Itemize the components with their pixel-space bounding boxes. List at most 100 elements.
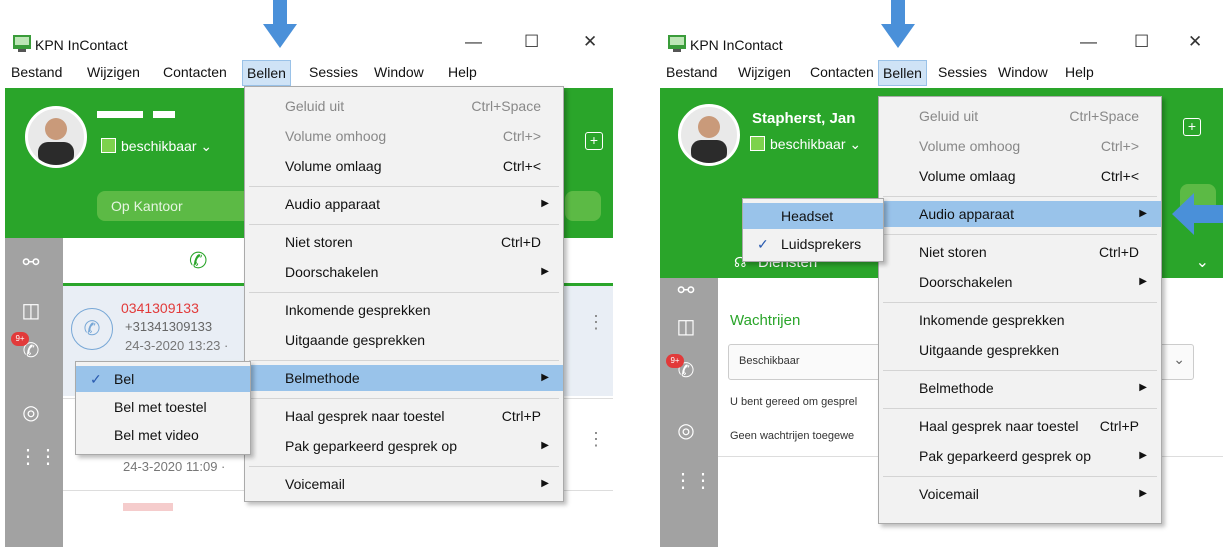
bellen-dropdown: Geluid uit Ctrl+Space Volume omhoog Ctrl+> V…	[878, 96, 1162, 524]
call-time-2: 24-3-2020 11:09 ·	[123, 459, 226, 474]
menu-item-voicemail[interactable]: Voicemail ▶	[879, 481, 1161, 507]
maximize-button[interactable]: ☐	[524, 32, 539, 52]
submenu-item-label: Bel met video	[114, 427, 199, 443]
phone-tab-icon[interactable]: ✆	[189, 248, 207, 274]
menu-item-belmethode[interactable]: Belmethode ▶	[879, 375, 1161, 401]
menu-item-uitgaande-gesprekken[interactable]: Uitgaande gesprekken	[879, 337, 1161, 363]
menu-item-shortcut: Ctrl+D	[500, 234, 541, 250]
menu-item-audio-apparaat[interactable]: Audio apparaat ▶	[879, 201, 1161, 227]
arrow-left-icon	[1172, 193, 1223, 235]
redacted-contact	[123, 503, 173, 511]
submenu-arrow-icon: ▶	[541, 372, 549, 383]
submenu-item-bel-met-toestel[interactable]: Bel met toestel	[76, 394, 250, 420]
menu-item-volume-omlaag[interactable]: Volume omlaag Ctrl+<	[879, 163, 1161, 189]
menu-item-label: Uitgaande gesprekken	[919, 342, 1060, 358]
globe-icon[interactable]: ◎	[18, 400, 44, 426]
maximize-button[interactable]: ☐	[1134, 32, 1149, 52]
menu-item-label: Volume omlaag	[285, 158, 382, 174]
kpn-app-icon	[668, 35, 686, 52]
menu-item-volume-omhoog[interactable]: Volume omhoog Ctrl+>	[245, 123, 563, 149]
close-button[interactable]: ✕	[1188, 32, 1202, 52]
menu-window[interactable]: Window	[998, 64, 1048, 80]
submenu-item-luidsprekers[interactable]: ✓ Luidsprekers	[743, 231, 883, 257]
menu-contacten[interactable]: Contacten	[810, 64, 874, 80]
menu-item-shortcut: Ctrl+Space	[471, 98, 541, 114]
queues-title: Wachtrijen	[730, 312, 801, 329]
menu-item-pak-geparkeerd-gesprek-op[interactable]: Pak geparkeerd gesprek op ▶	[245, 433, 563, 459]
submenu-item-bel[interactable]: ✓ Bel	[76, 366, 250, 392]
menu-item-voicemail[interactable]: Voicemail ▶	[245, 471, 563, 497]
location-field[interactable]: Op Kantoor	[97, 191, 261, 221]
chat-icon[interactable]: ◫	[673, 314, 699, 340]
menu-wijzigen[interactable]: Wijzigen	[87, 64, 140, 80]
menu-help[interactable]: Help	[1065, 64, 1094, 80]
menu-wijzigen[interactable]: Wijzigen	[738, 64, 791, 80]
menu-bestand[interactable]: Bestand	[11, 64, 62, 80]
submenu-item-headset[interactable]: Headset	[743, 203, 883, 229]
submenu-arrow-icon: ▶	[1139, 276, 1147, 287]
globe-icon[interactable]: ◎	[673, 418, 699, 444]
menu-item-haal-gesprek-naar-toestel[interactable]: Haal gesprek naar toestel Ctrl+P	[879, 413, 1161, 439]
menu-item-niet-storen[interactable]: Niet storen Ctrl+D	[879, 239, 1161, 265]
menu-bellen[interactable]: Bellen	[242, 60, 291, 86]
more-options-icon[interactable]: ⋮	[587, 312, 605, 333]
minimize-button[interactable]: —	[465, 32, 482, 52]
left-titlebar: KPN InContact — ☐ ✕	[5, 28, 613, 60]
menu-item-doorschakelen[interactable]: Doorschakelen ▶	[245, 259, 563, 285]
menu-item-label: Audio apparaat	[285, 196, 380, 212]
menu-separator	[883, 370, 1157, 371]
menu-item-inkomende-gesprekken[interactable]: Inkomende gesprekken	[245, 297, 563, 323]
arrow-down-icon	[881, 0, 915, 48]
badge-9plus: 9+	[666, 354, 684, 368]
menu-item-niet-storen[interactable]: Niet storen Ctrl+D	[245, 229, 563, 255]
menu-item-pak-geparkeerd-gesprek-op[interactable]: Pak geparkeerd gesprek op ▶	[879, 443, 1161, 469]
avatar[interactable]	[678, 104, 740, 166]
menu-bestand[interactable]: Bestand	[666, 64, 717, 80]
dialpad-icon[interactable]: ⋮⋮⋮	[18, 444, 78, 470]
submenu-item-label: Bel met toestel	[114, 399, 207, 415]
menu-item-label: Voicemail	[919, 486, 979, 502]
menu-item-geluid-uit[interactable]: Geluid uit Ctrl+Space	[879, 103, 1161, 129]
menu-item-audio-apparaat[interactable]: Audio apparaat ▶	[245, 191, 563, 217]
menu-item-label: Doorschakelen	[285, 264, 379, 280]
menu-contacten[interactable]: Contacten	[163, 64, 227, 80]
menu-separator	[249, 398, 559, 399]
menu-item-uitgaande-gesprekken[interactable]: Uitgaande gesprekken	[245, 327, 563, 353]
menu-item-belmethode[interactable]: Belmethode ▶	[245, 365, 563, 391]
queue-status-value: Beschikbaar	[739, 355, 800, 367]
submenu-arrow-icon: ▶	[1139, 208, 1147, 219]
chevron-down-icon[interactable]: ⌄	[1196, 252, 1209, 272]
chat-icon[interactable]: ◫	[18, 298, 44, 324]
location-label: Op Kantoor	[111, 198, 183, 214]
menu-item-doorschakelen[interactable]: Doorschakelen ▶	[879, 269, 1161, 295]
menu-help[interactable]: Help	[448, 64, 477, 80]
submenu-item-label: Headset	[781, 208, 834, 224]
ready-text: U bent gereed om gesprel	[730, 396, 858, 408]
menu-item-geluid-uit[interactable]: Geluid uit Ctrl+Space	[245, 93, 563, 119]
menu-item-volume-omlaag[interactable]: Volume omlaag Ctrl+<	[245, 153, 563, 179]
submenu-arrow-icon: ▶	[1139, 488, 1147, 499]
menu-item-inkomende-gesprekken[interactable]: Inkomende gesprekken	[879, 307, 1161, 333]
submenu-item-label: Bel	[114, 371, 135, 387]
add-icon[interactable]: +	[585, 132, 603, 150]
menu-sessies[interactable]: Sessies	[309, 64, 358, 80]
menu-item-volume-omhoog[interactable]: Volume omhoog Ctrl+>	[879, 133, 1161, 159]
dialpad-icon[interactable]: ⋮⋮⋮	[673, 468, 733, 494]
presence-status[interactable]: beschikbaar ⌄	[101, 138, 212, 155]
contacts-icon[interactable]: ⚯	[673, 278, 699, 304]
submenu-item-bel-met-video[interactable]: Bel met video	[76, 422, 250, 448]
presence-status[interactable]: beschikbaar ⌄	[750, 136, 861, 153]
menu-bellen[interactable]: Bellen	[878, 60, 927, 86]
avatar[interactable]	[25, 106, 87, 168]
more-options-icon-2[interactable]: ⋮	[587, 429, 605, 450]
submenu-arrow-icon: ▶	[1139, 450, 1147, 461]
minimize-button[interactable]: —	[1080, 32, 1097, 52]
menu-window[interactable]: Window	[374, 64, 424, 80]
menu-item-shortcut: Ctrl+<	[1100, 168, 1139, 184]
menu-item-haal-gesprek-naar-toestel[interactable]: Haal gesprek naar toestel Ctrl+P	[245, 403, 563, 429]
contacts-icon[interactable]: ⚯	[18, 250, 44, 276]
menu-item-shortcut: Ctrl+<	[502, 158, 541, 174]
close-button[interactable]: ✕	[583, 32, 597, 52]
add-icon[interactable]: +	[1183, 118, 1201, 136]
menu-sessies[interactable]: Sessies	[938, 64, 987, 80]
